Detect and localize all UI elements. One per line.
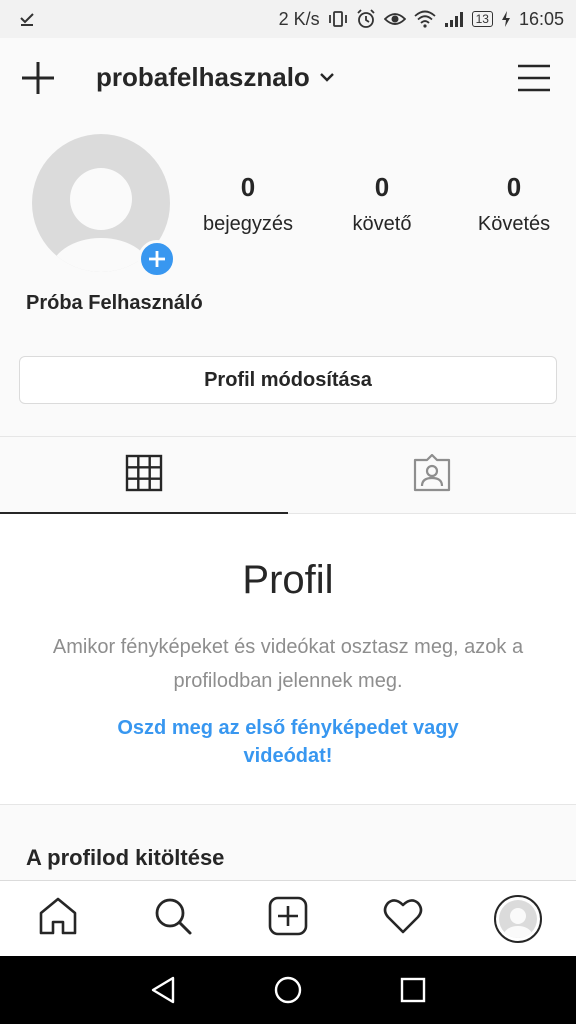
search-icon <box>153 896 193 941</box>
home-icon <box>38 896 78 941</box>
network-speed: 2 K/s <box>278 8 320 29</box>
clock: 16:05 <box>518 8 564 29</box>
account-switcher[interactable]: probafelhasznalo <box>96 62 334 93</box>
stat-value: 0 <box>240 172 256 202</box>
nav-new-post[interactable] <box>230 881 345 956</box>
profile-stats: 0 bejegyzés 0 követő 0 Követés <box>196 172 568 236</box>
share-first-photo-link[interactable]: Oszd meg az első fényképedet vagy videód… <box>90 714 486 770</box>
empty-state: Profil Amikor fényképeket és videókat os… <box>0 514 576 804</box>
stat-following[interactable]: 0 Követés <box>452 172 576 236</box>
profile-tabs <box>0 436 576 514</box>
profile-avatar-icon <box>494 894 543 943</box>
complete-profile-title: A profilod kitöltése <box>26 845 225 870</box>
profile-header: probafelhasznalo <box>0 38 576 118</box>
profile-section: 0 bejegyzés 0 követő 0 Követés Próba Fel… <box>0 118 576 436</box>
download-done-icon <box>18 10 36 28</box>
home-circle-icon[interactable] <box>268 970 308 1010</box>
tagged-photos-icon <box>412 453 452 497</box>
nav-profile[interactable] <box>461 881 576 956</box>
full-name: Próba Felhasználó <box>26 292 203 314</box>
new-post-icon <box>268 896 308 941</box>
stat-value: 0 <box>506 172 522 202</box>
alarm-icon <box>356 9 376 29</box>
eye-icon <box>383 11 406 27</box>
vibrate-icon <box>328 10 348 28</box>
tab-tagged[interactable] <box>288 437 576 513</box>
system-navigation <box>0 956 576 1024</box>
stat-label: Követés <box>477 213 551 235</box>
signal-icon <box>444 10 464 28</box>
grid-icon <box>125 454 163 497</box>
status-bar: 2 K/s 13 16:05 <box>0 0 576 38</box>
battery-level: 13 <box>471 11 493 27</box>
username: probafelhasznalo <box>96 62 310 92</box>
stat-label: bejegyzés <box>202 213 294 235</box>
plus-icon[interactable] <box>20 60 56 96</box>
wifi-icon <box>413 10 436 28</box>
empty-state-title: Profil <box>242 558 334 602</box>
recents-icon[interactable] <box>393 970 433 1010</box>
stat-posts[interactable]: 0 bejegyzés <box>186 172 310 236</box>
chevron-down-icon <box>319 69 334 87</box>
add-photo-icon[interactable] <box>138 240 176 278</box>
stat-value: 0 <box>374 172 390 202</box>
stat-label: követő <box>352 213 412 235</box>
nav-activity[interactable] <box>346 881 461 956</box>
nav-search[interactable] <box>115 881 230 956</box>
hamburger-menu-icon[interactable] <box>516 60 552 96</box>
nav-home[interactable] <box>0 881 115 956</box>
stat-followers[interactable]: 0 követő <box>320 172 444 236</box>
back-icon[interactable] <box>143 970 183 1010</box>
tab-grid[interactable] <box>0 437 288 514</box>
charging-icon <box>501 10 511 28</box>
edit-profile-button[interactable]: Profil módosítása <box>19 356 557 404</box>
bottom-navigation <box>0 880 576 956</box>
activity-heart-icon <box>383 897 423 940</box>
complete-profile-section: A profilod kitöltése <box>0 804 576 880</box>
empty-state-description: Amikor fényképeket és videókat osztasz m… <box>52 636 524 692</box>
